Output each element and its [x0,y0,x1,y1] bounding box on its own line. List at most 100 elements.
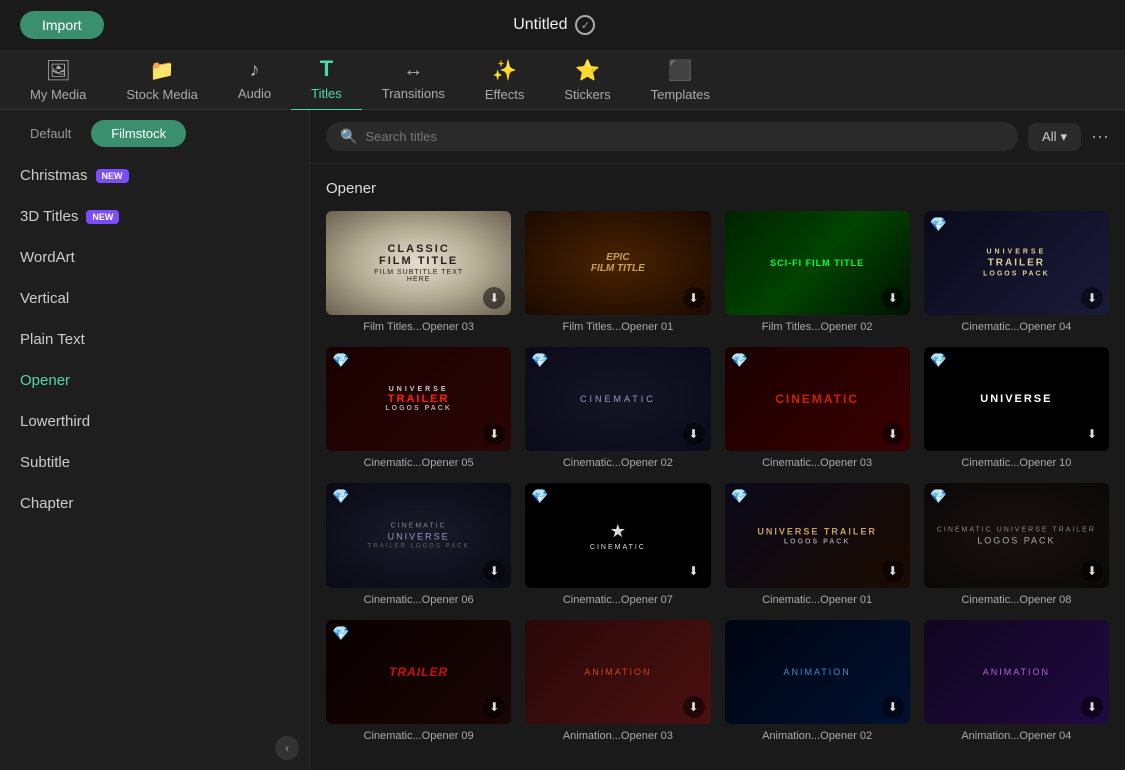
grid-item-label: Film Titles...Opener 03 [326,321,511,333]
sidebar-item-lowerthird[interactable]: Lowerthird [0,401,309,442]
tab-titles[interactable]: T Titles [291,48,362,111]
grid-item-film-opener-03[interactable]: CLASSIC FILM TITLE FILM SUBTITLE TEXT HE… [326,211,511,333]
download-icon[interactable]: ⬇ [483,287,505,309]
3d-titles-new-badge: NEW [86,210,119,224]
christmas-new-badge: NEW [96,169,129,183]
grid-item-label: Animation...Opener 04 [924,730,1109,742]
premium-gem-icon: 💎 [531,353,547,369]
more-options-button[interactable]: ··· [1091,126,1109,147]
grid-container: Opener CLASSIC FILM TITLE FILM SUBTITLE … [310,164,1125,770]
download-icon[interactable]: ⬇ [882,696,904,718]
tab-effects-label: Effects [485,87,525,102]
search-bar: 🔍 All ▾ ··· [310,110,1125,164]
grid-item-film-opener-02[interactable]: SCI-FI FILM TITLE ⬇ Film Titles...Opener… [725,211,910,333]
download-icon[interactable]: ⬇ [483,423,505,445]
download-icon[interactable]: ⬇ [1081,560,1103,582]
sidebar-tab-default[interactable]: Default [10,120,91,147]
tab-stock-media[interactable]: 📁 Stock Media [106,50,218,110]
audio-icon: ♪ [250,59,260,82]
grid-item-animation-03[interactable]: ANIMATION ⬇ Animation...Opener 03 [525,620,710,742]
download-icon[interactable]: ⬇ [1081,287,1103,309]
sidebar-item-plain-text-label: Plain Text [20,331,85,348]
section-label: Opener [326,180,1109,197]
sidebar-item-3d-titles-label: 3D Titles [20,208,78,225]
logos-pack-text: CINEMATIC UNIVERSE TRAILER LOGOS PACK [937,526,1096,545]
thumb-cinematic-opener-01: 💎 UNIVERSE TRAILER LOGOS PACK ⬇ [725,483,910,587]
transitions-icon: ↔ [403,59,423,82]
tab-audio[interactable]: ♪ Audio [218,51,291,109]
grid-item-label: Cinematic...Opener 02 [525,457,710,469]
tab-transitions[interactable]: ↔ Transitions [362,51,465,109]
tab-effects[interactable]: ✨ Effects [465,50,545,110]
sidebar-item-subtitle[interactable]: Subtitle [0,442,309,483]
sidebar-item-3d-titles[interactable]: 3D Titles NEW [0,196,309,237]
thumb-film-opener-01: EPIC FILM TITLE ⬇ [525,211,710,315]
cinematic-star-text: ★ CINEMATIC [590,521,646,551]
filter-button[interactable]: All ▾ [1028,123,1081,151]
download-icon[interactable]: ⬇ [1081,696,1103,718]
sidebar-item-opener[interactable]: Opener [0,360,309,401]
grid-item-cinematic-opener-02[interactable]: 💎 CINEMATIC ⬇ Cinematic...Opener 02 [525,347,710,469]
download-icon[interactable]: ⬇ [483,560,505,582]
title-options-icon[interactable]: ✓ [575,15,595,35]
universe-text: UNIVERSE TRAILER LOGOS PACK [983,249,1050,278]
search-input[interactable] [365,129,1004,144]
grid-item-cinematic-opener-04[interactable]: 💎 UNIVERSE TRAILER LOGOS PACK ⬇ Cinemati… [924,211,1109,333]
thumb-cinematic-opener-10: 💎 UNIVERSE ⬇ [924,347,1109,451]
sidebar-item-plain-text[interactable]: Plain Text [0,319,309,360]
sidebar-collapse-button[interactable]: ‹ [275,736,299,760]
grid-item-cinematic-opener-03[interactable]: 💎 CINEMATIC ⬇ Cinematic...Opener 03 [725,347,910,469]
download-icon[interactable]: ⬇ [483,696,505,718]
grid-item-animation-04[interactable]: ANIMATION ⬇ Animation...Opener 04 [924,620,1109,742]
sidebar-item-chapter[interactable]: Chapter [0,483,309,524]
tab-titles-label: Titles [311,86,342,101]
sidebar-item-wordart[interactable]: WordArt [0,237,309,278]
download-icon[interactable]: ⬇ [683,423,705,445]
download-icon[interactable]: ⬇ [683,696,705,718]
sidebar-item-wordart-label: WordArt [20,249,75,266]
animation-03-text: ANIMATION [584,667,651,677]
download-icon[interactable]: ⬇ [683,287,705,309]
sidebar-item-christmas[interactable]: Christmas NEW [0,155,309,196]
thumb-cinematic-opener-03: 💎 CINEMATIC ⬇ [725,347,910,451]
tab-templates-label: Templates [651,87,710,102]
sidebar-item-vertical[interactable]: Vertical [0,278,309,319]
grid-item-label: Cinematic...Opener 03 [725,457,910,469]
download-icon[interactable]: ⬇ [882,287,904,309]
main-content: 🔍 All ▾ ··· Opener CLASSIC FILM TITLE FI… [310,110,1125,770]
download-icon[interactable]: ⬇ [1081,423,1103,445]
tab-stickers[interactable]: ⭐ Stickers [544,50,630,110]
thumb-animation-02: ANIMATION ⬇ [725,620,910,724]
grid-item-cinematic-opener-10[interactable]: 💎 UNIVERSE ⬇ Cinematic...Opener 10 [924,347,1109,469]
premium-gem-icon: 💎 [332,489,348,505]
thumb-cinematic-opener-06: 💎 CINEMATIC UNIVERSE TRAILER LOGOS PACK … [326,483,511,587]
grid-item-cinematic-opener-08[interactable]: 💎 CINEMATIC UNIVERSE TRAILER LOGOS PACK … [924,483,1109,605]
trailer-red-text: UNIVERSE TRAILER LOGOS PACK [385,386,452,412]
thumb-cinematic-opener-08: 💎 CINEMATIC UNIVERSE TRAILER LOGOS PACK … [924,483,1109,587]
grid-item-cinematic-opener-06[interactable]: 💎 CINEMATIC UNIVERSE TRAILER LOGOS PACK … [326,483,511,605]
nav-tabs: 🖼 My Media 📁 Stock Media ♪ Audio T Title… [0,50,1125,110]
premium-gem-icon: 💎 [731,353,747,369]
grid-item-film-opener-01[interactable]: EPIC FILM TITLE ⬇ Film Titles...Opener 0… [525,211,710,333]
tab-my-media[interactable]: 🖼 My Media [10,50,106,110]
grid-item-animation-02[interactable]: ANIMATION ⬇ Animation...Opener 02 [725,620,910,742]
content-area: Default Filmstock Christmas NEW 3D Title… [0,110,1125,770]
grid-item-label: Film Titles...Opener 02 [725,321,910,333]
grid-item-cinematic-opener-07[interactable]: 💎 ★ CINEMATIC ⬇ Cinematic...Opener 07 [525,483,710,605]
download-icon[interactable]: ⬇ [882,423,904,445]
download-icon[interactable]: ⬇ [882,560,904,582]
tab-stickers-label: Stickers [564,87,610,102]
grid-item-row4-1[interactable]: 💎 TRAILER ⬇ Cinematic...Opener 09 [326,620,511,742]
animation-04-text: ANIMATION [983,667,1050,677]
download-icon[interactable]: ⬇ [683,560,705,582]
tab-templates[interactable]: ⬛ Templates [631,50,730,110]
thumb-cinematic-opener-04: 💎 UNIVERSE TRAILER LOGOS PACK ⬇ [924,211,1109,315]
grid-item-cinematic-opener-05[interactable]: 💎 UNIVERSE TRAILER LOGOS PACK ⬇ Cinemati… [326,347,511,469]
grid-item-cinematic-opener-01[interactable]: 💎 UNIVERSE TRAILER LOGOS PACK ⬇ Cinemati… [725,483,910,605]
sidebar-tab-filmstock[interactable]: Filmstock [91,120,186,147]
premium-gem-icon: 💎 [930,353,946,369]
cinematic-red-text: CINEMATIC [775,392,859,406]
classic-film-title-text: CLASSIC FILM TITLE FILM SUBTITLE TEXT HE… [372,243,465,283]
search-icon: 🔍 [340,128,357,145]
import-button[interactable]: Import [20,11,104,39]
